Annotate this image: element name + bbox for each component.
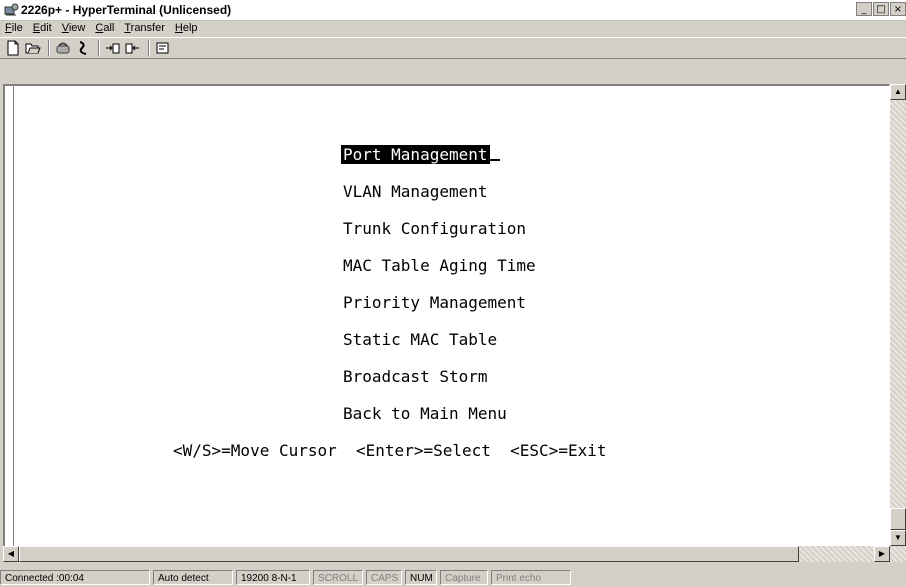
status-baud: 19200 8-N-1 [236,570,310,585]
status-scroll: SCROLL [313,570,363,585]
vertical-scrollbar[interactable]: ▲ ▼ [890,84,906,562]
horizontal-scrollbar[interactable]: ◀ ▶ [3,546,890,562]
status-detect: Auto detect [153,570,233,585]
text-cursor [489,159,500,161]
menu-help[interactable]: Help [170,20,203,37]
receive-icon[interactable] [124,39,142,57]
menu-call[interactable]: Call [90,20,119,37]
scroll-thumb[interactable] [890,508,906,530]
horizontal-scroll-thumb[interactable] [19,546,799,562]
window-title: 2226p+ - HyperTerminal (Unlicensed) [21,3,232,17]
status-connected: Connected :00:04 [0,570,150,585]
properties-icon[interactable] [154,39,172,57]
status-print-echo: Print echo [491,570,571,585]
menu-bar: File Edit View Call Transfer Help [0,20,906,37]
menu-file[interactable]: File [0,20,28,37]
maximize-button[interactable]: □ [873,2,889,16]
terminal-menu-item: Static MAC Table [343,330,498,349]
title-bar[interactable]: 2226p+ - HyperTerminal (Unlicensed) _ □ … [0,0,906,21]
terminal-help-line: <W/S>=Move Cursor <Enter>=Select <ESC>=E… [173,441,607,460]
terminal-screen[interactable]: Port Management VLAN Management Trunk Co… [3,84,890,562]
status-bar: Connected :00:04 Auto detect 19200 8-N-1… [0,568,906,587]
menu-edit[interactable]: Edit [28,20,57,37]
terminal-menu-item: VLAN Management [343,182,488,201]
scroll-right-icon[interactable]: ▶ [874,546,890,562]
scroll-down-icon[interactable]: ▼ [890,530,906,546]
new-icon[interactable] [4,39,22,57]
menu-view[interactable]: View [57,20,91,37]
hyperterminal-window: 2226p+ - HyperTerminal (Unlicensed) _ □ … [0,0,906,587]
terminal-content: Port Management VLAN Management Trunk Co… [5,86,889,561]
toolbar-separator [148,40,150,56]
status-caps: CAPS [366,570,402,585]
terminal-menu-item: Back to Main Menu [343,404,507,423]
terminal-inner-border [13,86,14,548]
terminal-menu-item: Trunk Configuration [343,219,527,238]
terminal-menu-item: Priority Management [343,293,527,312]
close-button[interactable]: × [890,2,906,16]
minimize-button[interactable]: _ [856,2,872,16]
toolbar-separator [48,40,50,56]
send-icon[interactable] [104,39,122,57]
toolbar-separator [98,40,100,56]
menu-transfer[interactable]: Transfer [119,20,170,37]
terminal-menu-item: Port Management [341,144,500,166]
hyperterminal-icon [3,2,19,18]
status-num: NUM [405,570,437,585]
open-icon[interactable] [24,39,42,57]
connect-icon[interactable] [54,39,72,57]
terminal-menu-item: MAC Table Aging Time [343,256,536,275]
scroll-up-icon[interactable]: ▲ [890,84,906,100]
selected-menu-item: Port Management [341,145,490,164]
toolbar [0,37,906,59]
scroll-left-icon[interactable]: ◀ [3,546,19,562]
window-controls: _ □ × [855,2,906,18]
terminal-menu-item: Broadcast Storm [343,367,488,386]
status-capture: Capture [440,570,488,585]
disconnect-icon[interactable] [74,39,92,57]
